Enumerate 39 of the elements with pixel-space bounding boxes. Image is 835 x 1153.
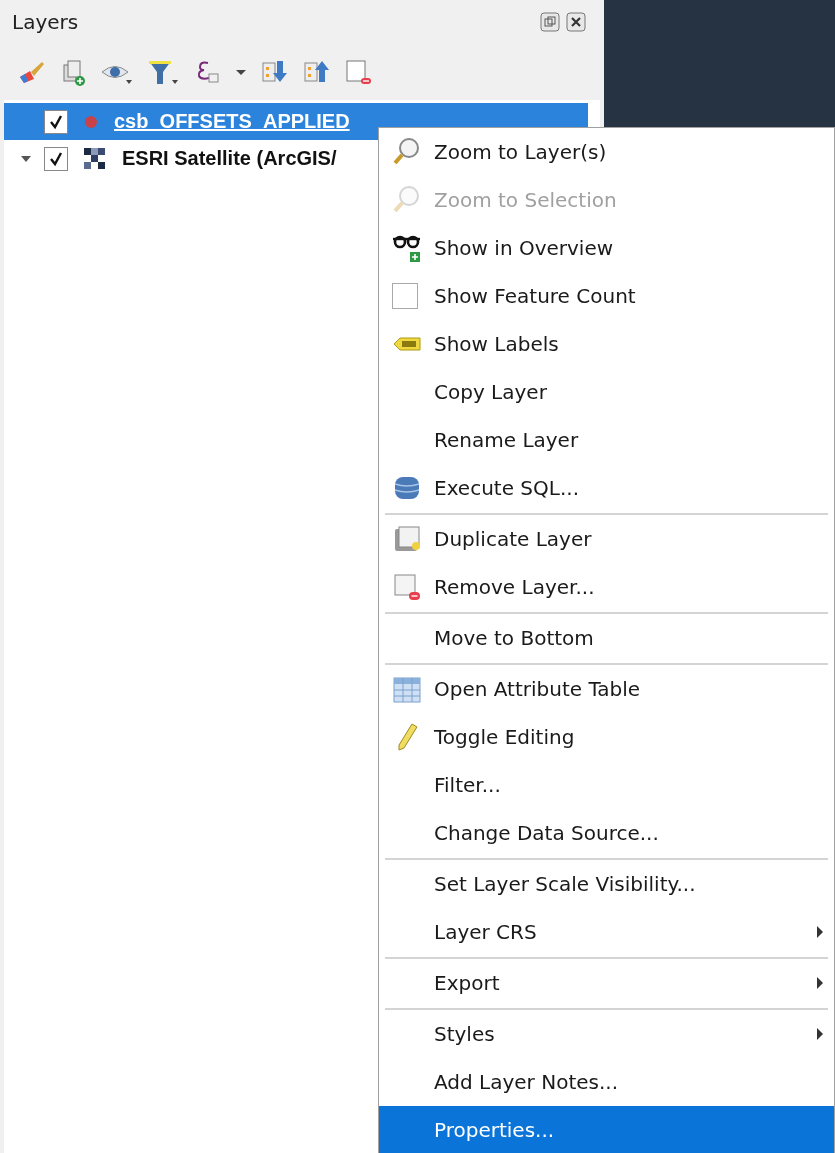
menu-item[interactable]: Styles [379, 1010, 834, 1058]
menu-item[interactable]: Show Labels [379, 320, 834, 368]
menu-item[interactable]: Show in Overview [379, 224, 834, 272]
menu-item[interactable]: Copy Layer [379, 368, 834, 416]
submenu-arrow-icon [816, 976, 824, 990]
layer-name[interactable]: ESRI Satellite (ArcGIS/ [122, 147, 337, 170]
menu-item[interactable]: Set Layer Scale Visibility... [379, 860, 834, 908]
remove-layer-icon [392, 572, 422, 602]
menu-item[interactable]: Toggle Editing [379, 713, 834, 761]
submenu-arrow-icon [816, 925, 824, 939]
glasses-icon [392, 233, 422, 263]
menu-item[interactable]: Layer CRS [379, 908, 834, 956]
checkbox[interactable] [392, 283, 418, 309]
close-icon[interactable] [566, 12, 586, 32]
layer-checkbox[interactable] [44, 109, 68, 134]
menu-item[interactable]: Remove Layer... [379, 563, 834, 611]
menu-item[interactable]: Open Attribute Table [379, 665, 834, 713]
menu-item[interactable]: Add Layer Notes... [379, 1058, 834, 1106]
menu-item[interactable]: Duplicate Layer [379, 515, 834, 563]
menu-item[interactable]: Properties... [379, 1106, 834, 1153]
menu-item[interactable]: Export [379, 959, 834, 1007]
layer-checkbox[interactable] [44, 146, 68, 171]
submenu-arrow-icon [816, 1027, 824, 1041]
point-symbol-icon [84, 114, 98, 129]
magnifier-icon [392, 137, 422, 167]
raster-icon [84, 147, 106, 170]
menu-item[interactable]: Move to Bottom [379, 614, 834, 662]
remove-layer-icon[interactable] [344, 57, 374, 87]
menu-item[interactable]: Filter... [379, 761, 834, 809]
table-icon [392, 674, 422, 704]
magnifier-icon [392, 185, 422, 215]
duplicate-layer-icon [392, 524, 422, 554]
menu-item[interactable]: Execute SQL... [379, 464, 834, 512]
panel-title: Layers [12, 10, 79, 34]
float-icon[interactable] [540, 12, 560, 32]
menu-item[interactable]: Rename Layer [379, 416, 834, 464]
menu-item[interactable]: Change Data Source... [379, 809, 834, 857]
layer-name[interactable]: csb_OFFSETS_APPLIED [114, 110, 350, 133]
menu-item[interactable]: Show Feature Count [379, 272, 834, 320]
